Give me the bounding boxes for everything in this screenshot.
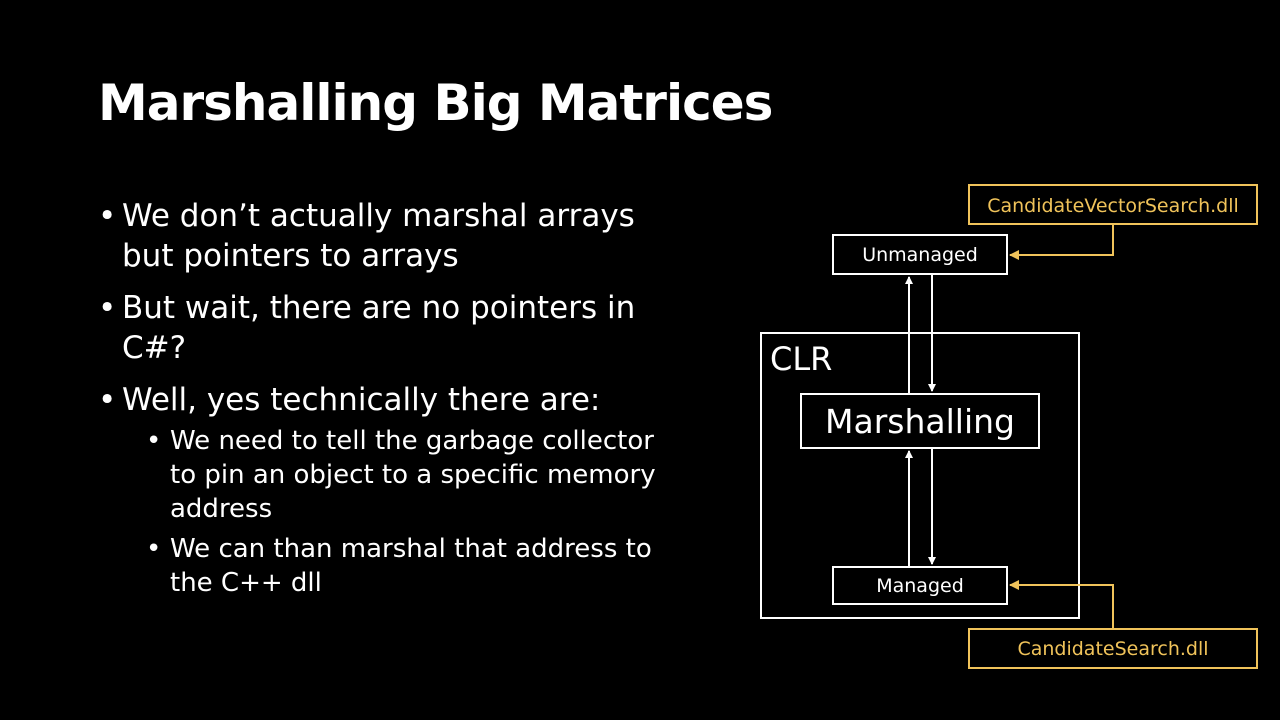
managed-label: Managed — [876, 575, 964, 597]
unmanaged-label: Unmanaged — [862, 244, 978, 266]
dll-top-label: CandidateVectorSearch.dll — [987, 195, 1239, 217]
dll-bottom-label: CandidateSearch.dll — [1017, 638, 1208, 660]
marshalling-label: Marshalling — [825, 402, 1015, 441]
architecture-diagram: CLR Marshalling Unmanaged Managed Candid… — [760, 184, 1258, 669]
clr-label: CLR — [770, 340, 832, 378]
dll-bottom-connector — [1009, 580, 1114, 628]
dll-top-connector — [1009, 225, 1114, 260]
slide: Marshalling Big Matrices • We don’t actu… — [0, 0, 1280, 720]
